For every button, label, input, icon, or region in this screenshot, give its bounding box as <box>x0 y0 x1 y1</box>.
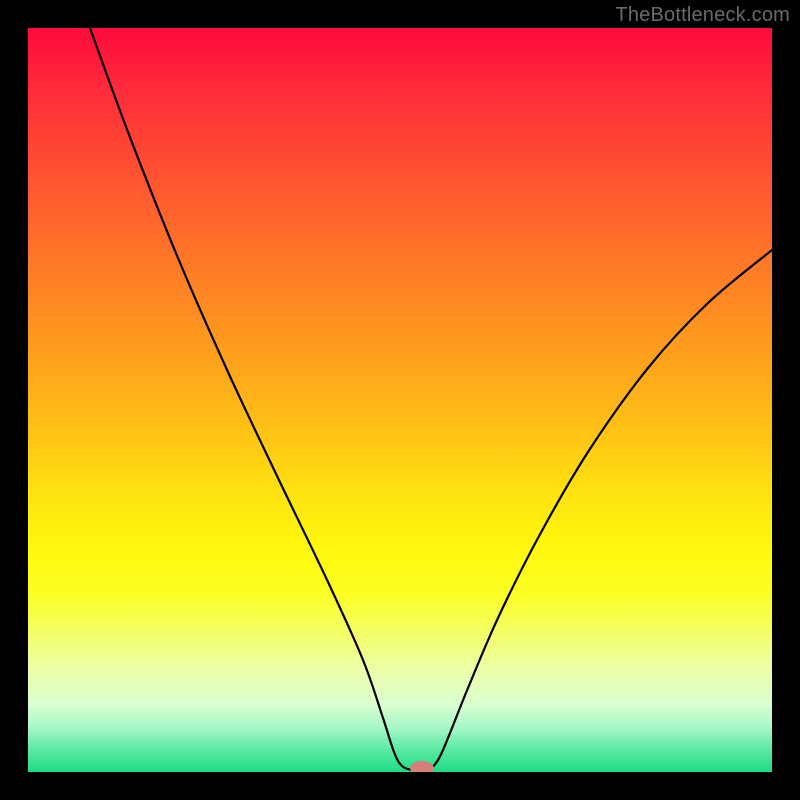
watermark-text: TheBottleneck.com <box>615 4 790 27</box>
plot-area <box>28 28 772 772</box>
chart-frame: TheBottleneck.com <box>0 0 800 800</box>
plot-svg <box>28 28 772 772</box>
optimal-marker <box>410 761 434 772</box>
bottleneck-curve <box>90 28 772 771</box>
